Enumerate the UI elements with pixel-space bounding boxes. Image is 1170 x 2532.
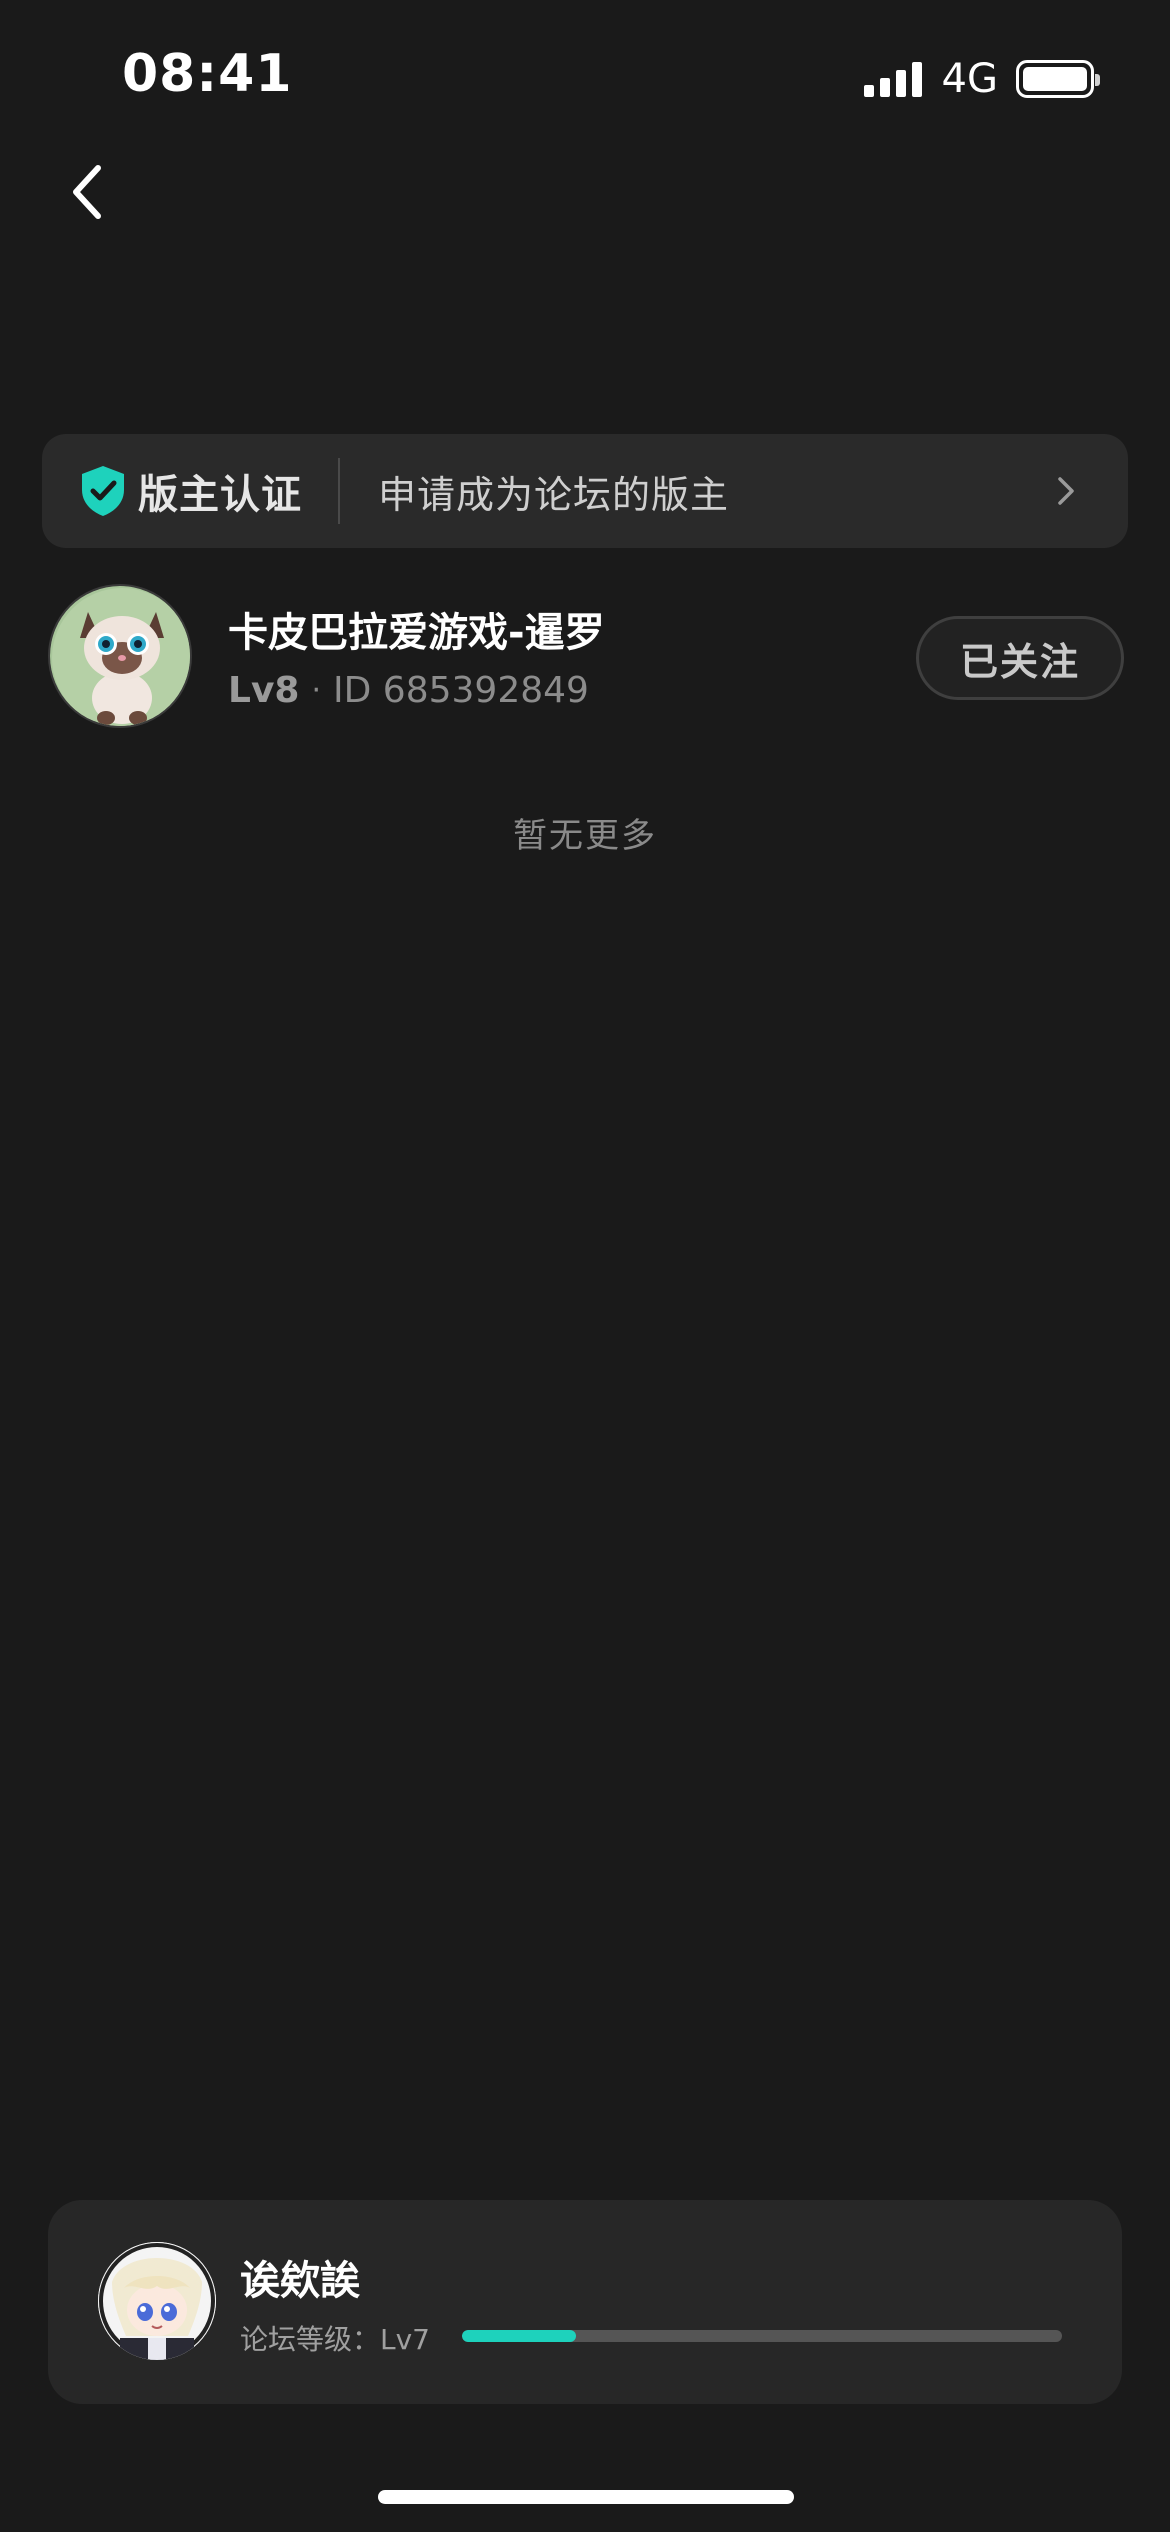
forum-level-label: 论坛等级：Lv7 <box>240 2323 430 2356</box>
meta-separator: · <box>311 673 322 708</box>
follow-button[interactable]: 已关注 <box>916 616 1124 700</box>
banner-divider <box>338 458 340 524</box>
moderator-meta: Lv8 · ID 685392849 <box>228 670 589 711</box>
chevron-right-icon <box>1058 477 1074 505</box>
list-end-text: 暂无更多 <box>513 816 657 856</box>
cat-avatar-icon <box>50 586 190 726</box>
signal-icon <box>863 61 922 97</box>
moderator-list-item[interactable]: 卡皮巴拉爱游戏-暹罗 Lv8 · ID 685392849 已关注 <box>48 584 1124 730</box>
level-progress-bar <box>462 2330 1062 2342</box>
status-time: 08:41 <box>122 44 293 104</box>
home-indicator[interactable] <box>378 2490 794 2504</box>
battery-icon <box>1016 60 1100 98</box>
my-forum-card[interactable]: 诶欸誒 论坛等级：Lv7 <box>48 2200 1122 2404</box>
moderator-badge-title: 版主认证 <box>138 472 302 518</box>
back-button[interactable] <box>58 156 118 228</box>
avatar[interactable] <box>98 2242 216 2360</box>
avatar[interactable] <box>48 584 192 728</box>
status-bar-right: 4G <box>863 56 1100 102</box>
user-level: Lv8 <box>228 670 300 711</box>
chevron-left-icon <box>73 165 101 219</box>
anime-avatar-icon <box>98 2242 216 2360</box>
moderator-apply-text: 申请成为论坛的版主 <box>378 472 730 517</box>
network-label: 4G <box>941 56 998 102</box>
moderator-name: 卡皮巴拉爱游戏-暹罗 <box>228 610 605 656</box>
user-id: ID 685392849 <box>333 670 589 711</box>
screen: 08:41 4G 版主认证 申请成为论坛的版主 卡皮巴拉爱游戏-暹罗 Lv8 ·… <box>0 0 1170 2532</box>
level-progress-fill <box>462 2330 576 2342</box>
my-username: 诶欸誒 <box>240 2258 360 2304</box>
moderator-apply-banner[interactable]: 版主认证 申请成为论坛的版主 <box>42 434 1128 548</box>
shield-check-icon <box>82 466 124 516</box>
